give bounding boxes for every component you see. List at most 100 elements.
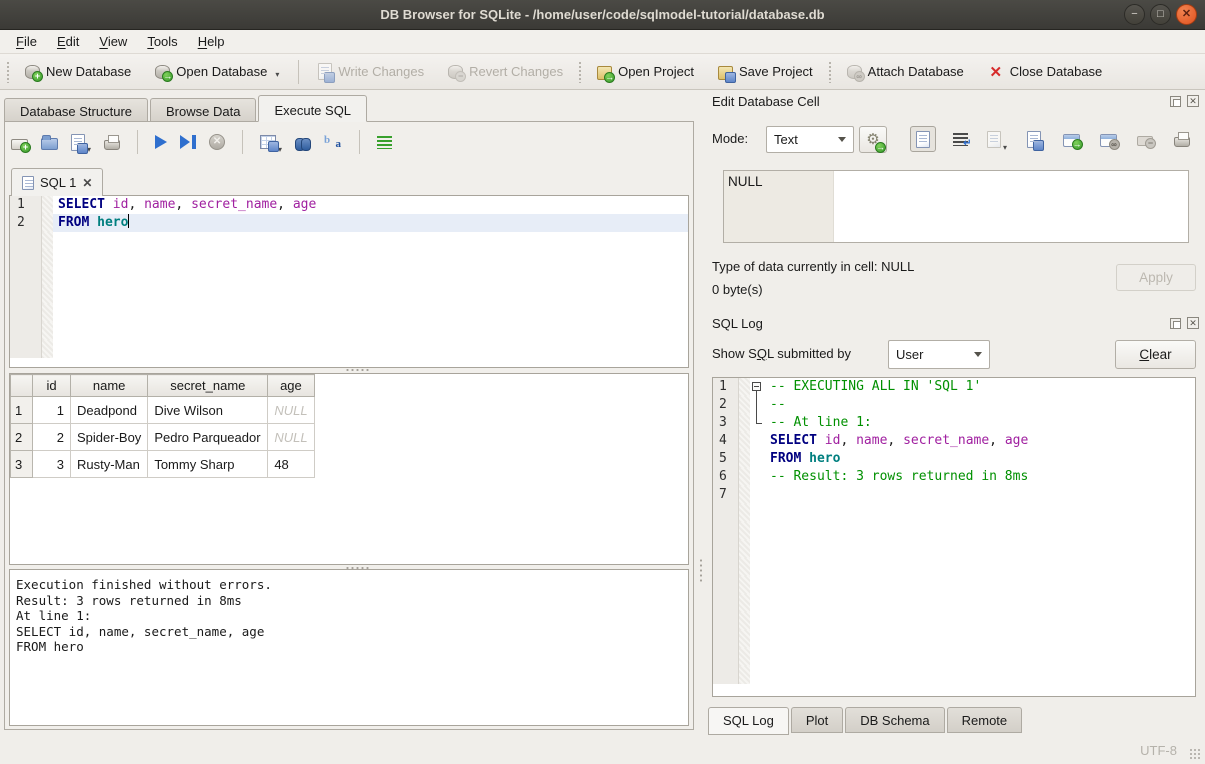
format-sql-button[interactable] [377, 130, 392, 154]
column-header-id[interactable]: id [33, 375, 71, 397]
link-icon [1100, 134, 1117, 147]
menu-tools[interactable]: Tools [139, 32, 185, 51]
tab-database-structure[interactable]: Database Structure [4, 98, 148, 122]
tab-browse-data[interactable]: Browse Data [150, 98, 256, 122]
table-cell[interactable]: Dive Wilson [148, 397, 268, 424]
table-cell[interactable]: 3 [33, 451, 71, 478]
tab-execute-sql[interactable]: Execute SQL [258, 95, 367, 122]
right-dock-area: Edit Database Cell Mode: Text ▾ NULL Typ… [706, 90, 1205, 737]
table-cell[interactable]: Rusty-Man [71, 451, 148, 478]
menu-help[interactable]: Help [190, 32, 233, 51]
revert-changes-button[interactable]: Revert Changes [439, 60, 572, 83]
copy-link-button[interactable] [1095, 126, 1121, 152]
dock-close-icon[interactable] [1187, 95, 1199, 107]
set-null-button[interactable] [1132, 126, 1158, 152]
tab-remote[interactable]: Remote [947, 707, 1023, 733]
write-changes-button[interactable]: Write Changes [309, 59, 433, 84]
print-sql-button[interactable] [104, 130, 120, 154]
tab-plot[interactable]: Plot [791, 707, 843, 733]
open-database-button[interactable]: Open Database ▾ [146, 60, 288, 83]
autocomplete-button[interactable] [324, 130, 342, 154]
export-data-button[interactable] [1021, 126, 1047, 152]
save-project-icon [718, 66, 733, 80]
menu-edit[interactable]: Edit [49, 32, 87, 51]
tab-db-schema[interactable]: DB Schema [845, 707, 944, 733]
execute-all-button[interactable] [155, 130, 167, 154]
stop-execution-button[interactable] [209, 130, 225, 154]
sql-log-filter-select[interactable]: User [888, 340, 990, 369]
dock-float-icon[interactable] [1170, 318, 1181, 329]
table-cell[interactable]: Tommy Sharp [148, 451, 268, 478]
find-button[interactable] [295, 130, 311, 154]
table-cell[interactable]: Spider-Boy [71, 424, 148, 451]
results-table-box: idnamesecret_nameage 11DeadpondDive Wils… [9, 373, 689, 565]
cell-type-info: Type of data currently in cell: NULL [712, 259, 914, 274]
execution-message-area: Execution finished without errors. Resul… [9, 569, 689, 726]
table-cell[interactable]: Pedro Parqueador [148, 424, 268, 451]
table-row: 22Spider-BoyPedro ParqueadorNULL [11, 424, 315, 451]
set-null-icon [1137, 136, 1153, 146]
splitter-handle[interactable] [345, 368, 371, 372]
table-cell[interactable]: 48 [268, 451, 314, 478]
title-bar: DB Browser for SQLite - /home/user/code/… [0, 0, 1205, 30]
word-wrap-icon [953, 133, 968, 146]
maximize-button[interactable]: □ [1150, 4, 1171, 25]
save-sql-file-button[interactable]: ▾ [71, 130, 91, 154]
save-results-button[interactable]: ▾ [260, 130, 282, 154]
sql-editor[interactable]: 1SELECT id, name, secret_name, age2FROM … [9, 195, 689, 368]
dock-float-icon[interactable] [1170, 96, 1181, 107]
apply-button[interactable]: Apply [1116, 264, 1196, 291]
open-project-button[interactable]: Open Project [588, 60, 703, 84]
toolbar-drag-handle[interactable] [6, 61, 10, 83]
table-cell[interactable]: Deadpond [71, 397, 148, 424]
vertical-splitter-handle[interactable] [699, 558, 703, 584]
chevron-down-icon [838, 137, 846, 142]
new-database-button[interactable]: New Database [16, 60, 140, 83]
word-wrap-button[interactable] [947, 126, 973, 152]
open-sql-tab-button[interactable] [11, 130, 28, 154]
text-mode-button[interactable] [910, 126, 936, 152]
table-cell[interactable]: NULL [268, 424, 314, 451]
cell-value-editor[interactable]: NULL [723, 170, 1189, 243]
sql-tab-bar: SQL 1 ✕ [11, 168, 103, 196]
revert-changes-icon [448, 65, 463, 79]
mode-select[interactable]: Text [766, 126, 854, 153]
close-button[interactable]: ✕ [1176, 4, 1197, 25]
sql-toolbar: ▾ ▾ [11, 127, 392, 157]
sql-1-tab[interactable]: SQL 1 ✕ [11, 168, 103, 196]
table-cell[interactable]: 2 [33, 424, 71, 451]
open-sql-file-button[interactable] [41, 130, 58, 154]
table-cell[interactable]: NULL [268, 397, 314, 424]
open-in-external-button[interactable] [1058, 126, 1084, 152]
column-header-secret_name[interactable]: secret_name [148, 375, 268, 397]
close-database-button[interactable]: Close Database [979, 59, 1112, 85]
dock-close-icon[interactable] [1187, 317, 1199, 329]
toolbar-drag-handle[interactable] [578, 61, 582, 83]
import-data-button[interactable]: ▾ [984, 126, 1010, 152]
row-number[interactable]: 1 [11, 397, 33, 424]
menu-file[interactable]: File [8, 32, 45, 51]
row-number[interactable]: 2 [11, 424, 33, 451]
attach-database-button[interactable]: Attach Database [838, 60, 973, 83]
tab-sql-log[interactable]: SQL Log [708, 707, 789, 735]
close-sql-tab-icon[interactable]: ✕ [82, 176, 92, 190]
column-header-age[interactable]: age [268, 375, 314, 397]
toolbar-drag-handle[interactable] [828, 61, 832, 83]
resize-grip[interactable] [1189, 748, 1201, 760]
mode-label: Mode: [712, 131, 748, 146]
open-database-dropdown-icon[interactable]: ▾ [275, 70, 279, 79]
print-cell-button[interactable] [1169, 126, 1195, 152]
encoding-indicator[interactable]: UTF-8 [1140, 743, 1177, 758]
save-project-button[interactable]: Save Project [709, 60, 822, 84]
menu-view[interactable]: View [91, 32, 135, 51]
table-cell[interactable]: 1 [33, 397, 71, 424]
sql-log-view[interactable]: 1-- EXECUTING ALL IN 'SQL 1'2--3-- At li… [712, 377, 1196, 697]
open-sql-file-icon [41, 138, 58, 150]
clear-log-button[interactable]: Clear [1115, 340, 1196, 369]
cell-editor-toolbar: ▾ [910, 124, 1195, 154]
execute-line-button[interactable] [180, 130, 196, 154]
column-header-name[interactable]: name [71, 375, 148, 397]
minimize-button[interactable]: − [1124, 4, 1145, 25]
row-number[interactable]: 3 [11, 451, 33, 478]
auto-switch-mode-button[interactable] [859, 126, 887, 153]
